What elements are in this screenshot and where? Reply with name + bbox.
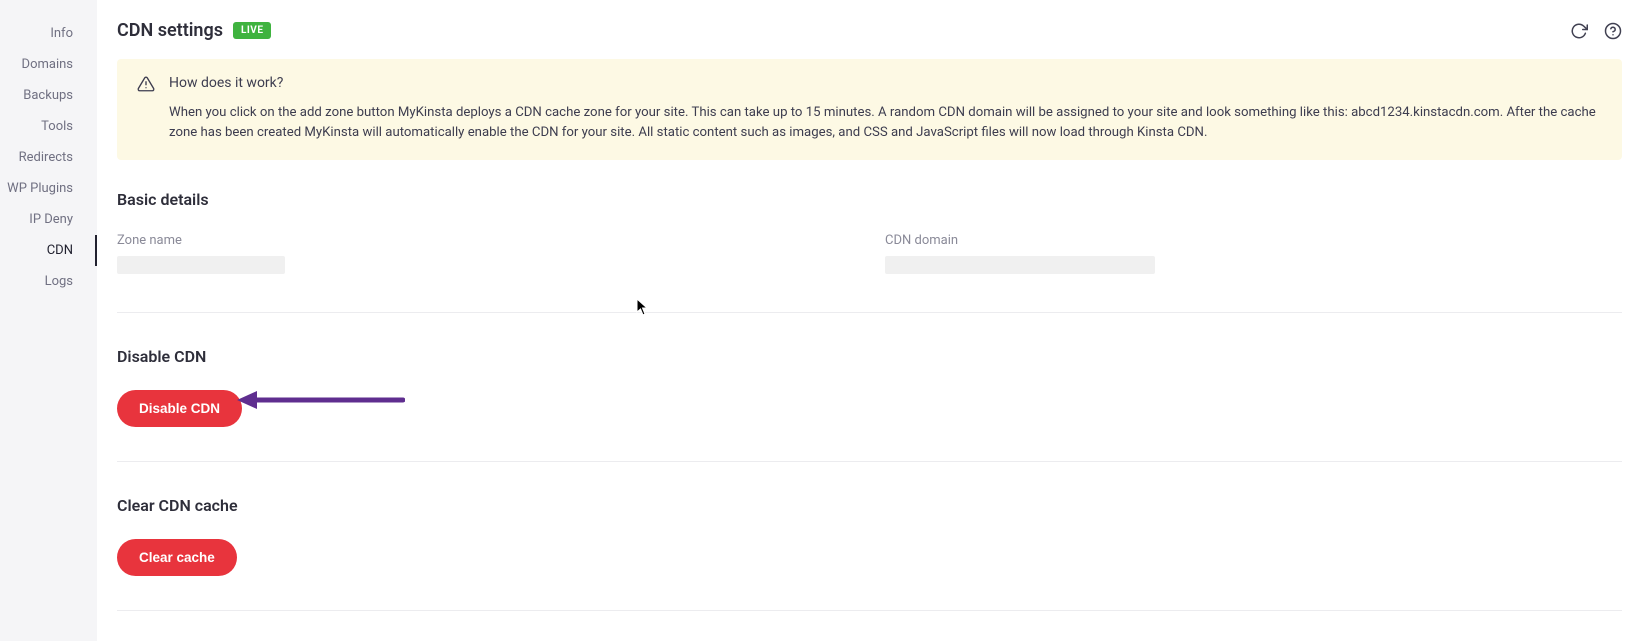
info-notice-body: How does it work? When you click on the … bbox=[169, 75, 1602, 144]
main-content: CDN settings LIVE How does it work? When… bbox=[97, 0, 1646, 641]
sidebar-item-wp-plugins[interactable]: WP Plugins bbox=[0, 173, 97, 204]
detail-cdn-domain: CDN domain bbox=[885, 233, 1155, 278]
section-basic-details: Basic details Zone name CDN domain bbox=[117, 184, 1622, 313]
disable-cdn-button[interactable]: Disable CDN bbox=[117, 390, 242, 427]
warning-icon bbox=[137, 75, 155, 144]
page-header-left: CDN settings LIVE bbox=[117, 20, 271, 41]
info-notice: How does it work? When you click on the … bbox=[117, 59, 1622, 160]
help-icon[interactable] bbox=[1604, 22, 1622, 40]
section-title-clear: Clear CDN cache bbox=[117, 496, 1622, 515]
sidebar-item-logs[interactable]: Logs bbox=[0, 266, 97, 297]
label-zone-name: Zone name bbox=[117, 233, 285, 248]
info-notice-title: How does it work? bbox=[169, 75, 1602, 91]
sidebar-item-tools[interactable]: Tools bbox=[0, 111, 97, 142]
clear-cache-button[interactable]: Clear cache bbox=[117, 539, 237, 576]
section-title-basic: Basic details bbox=[117, 190, 1622, 209]
value-cdn-domain bbox=[885, 256, 1155, 274]
sidebar-item-cdn[interactable]: CDN bbox=[0, 235, 97, 266]
page-header: CDN settings LIVE bbox=[117, 20, 1622, 41]
label-cdn-domain: CDN domain bbox=[885, 233, 1155, 248]
sidebar-item-domains[interactable]: Domains bbox=[0, 49, 97, 80]
refresh-icon[interactable] bbox=[1570, 22, 1588, 40]
sidebar-item-info[interactable]: Info bbox=[0, 18, 97, 49]
sidebar: Info Domains Backups Tools Redirects WP … bbox=[0, 0, 97, 641]
section-clear-cache: Clear CDN cache Clear cache bbox=[117, 462, 1622, 611]
page-title: CDN settings bbox=[117, 20, 223, 41]
sidebar-item-backups[interactable]: Backups bbox=[0, 80, 97, 111]
section-disable-cdn: Disable CDN Disable CDN bbox=[117, 313, 1622, 462]
value-zone-name bbox=[117, 256, 285, 274]
status-badge: LIVE bbox=[233, 22, 272, 39]
detail-zone-name: Zone name bbox=[117, 233, 285, 278]
page-header-actions bbox=[1570, 22, 1622, 40]
section-title-disable: Disable CDN bbox=[117, 347, 1622, 366]
sidebar-item-ip-deny[interactable]: IP Deny bbox=[0, 204, 97, 235]
sidebar-item-redirects[interactable]: Redirects bbox=[0, 142, 97, 173]
info-notice-text: When you click on the add zone button My… bbox=[169, 103, 1602, 144]
basic-details-row: Zone name CDN domain bbox=[117, 233, 1622, 278]
